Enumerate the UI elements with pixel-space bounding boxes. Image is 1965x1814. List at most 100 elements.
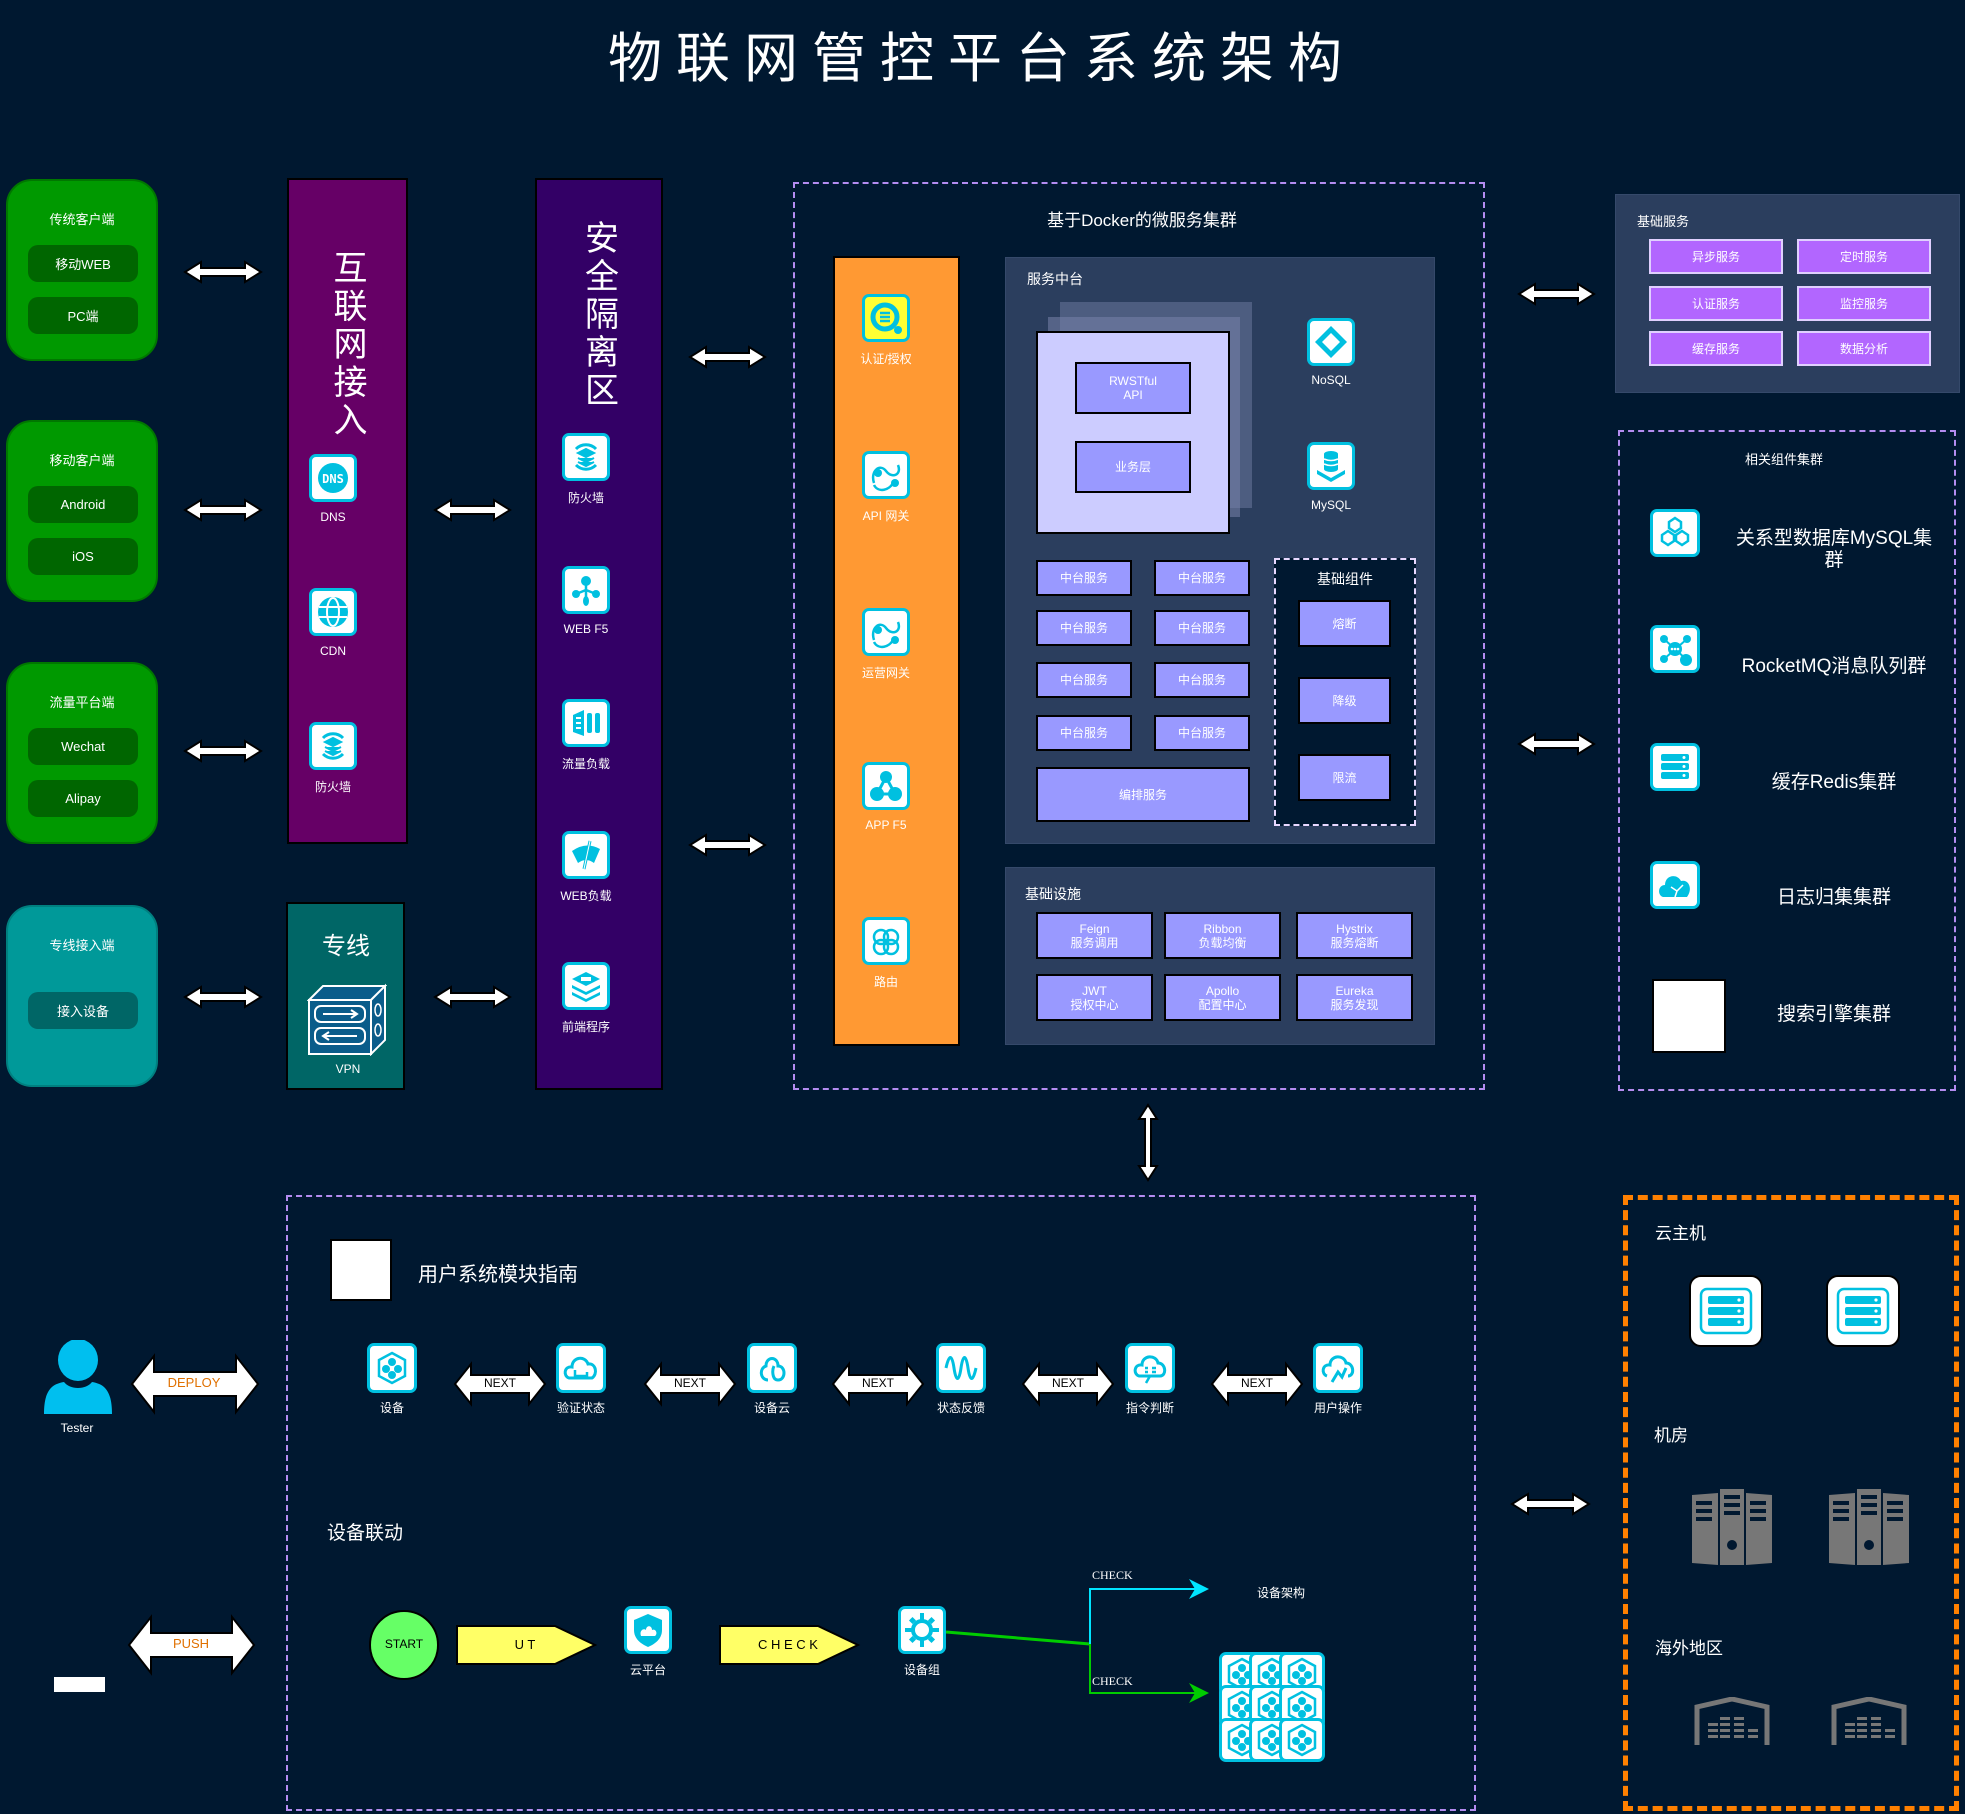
- internet-title: 互联网接入: [328, 250, 366, 440]
- client-item[interactable]: Wechat: [28, 728, 138, 765]
- client-item[interactable]: iOS: [28, 538, 138, 575]
- check-top-label: CHECK: [1092, 1568, 1133, 1582]
- internet-dns-icon: DNS: [309, 454, 357, 502]
- cluster-mq-icon: [1650, 625, 1700, 673]
- vpn-icon: [307, 983, 387, 1056]
- infrastructure-box: Feign 服务调用: [1036, 912, 1153, 959]
- ut-label: U T: [514, 1637, 536, 1652]
- double-arrow: [183, 739, 263, 763]
- infra-name: Hystrix: [1336, 921, 1373, 936]
- rest-api-box: RWSTful API: [1075, 362, 1191, 414]
- cluster-item-label: 缓存Redis集群: [1771, 772, 1897, 793]
- gateway-gateway-label: API 网关: [862, 509, 910, 523]
- double-arrow: [1137, 1103, 1159, 1182]
- middle-platform-service-box: 中台服务: [1154, 662, 1250, 698]
- client-group: 专线接入端 接入设备: [6, 905, 158, 1087]
- cluster-item-label: 搜索引擎集群: [1776, 1004, 1891, 1025]
- flow-cloud-user-icon: [1313, 1343, 1363, 1393]
- cluster-item-label: 日志归集集群: [1776, 887, 1891, 908]
- infra-desc: 服务发现: [1330, 997, 1379, 1012]
- cloud-platform-label: 云平台: [629, 1663, 667, 1677]
- infra-desc: 配置中心: [1198, 997, 1247, 1012]
- machine-room-rack-icon: [1829, 1489, 1909, 1565]
- infra-desc: 服务熔断: [1330, 935, 1379, 950]
- vpn-label: VPN: [335, 1062, 361, 1076]
- check-bottom-label: CHECK: [1092, 1674, 1133, 1688]
- cluster-hexagons-icon: [1650, 509, 1700, 557]
- internet-firewall-label: 防火墙: [314, 780, 352, 794]
- docker-title: 基于Docker的微服务集群: [1047, 211, 1237, 230]
- gateway-app-icon: [862, 762, 910, 810]
- cloud-host-server-icon: [1689, 1275, 1763, 1347]
- basic-service-box: 缓存服务: [1649, 331, 1783, 366]
- dedicated-line-box: 专线 VPN: [286, 902, 405, 1090]
- guide-image-placeholder: [330, 1239, 392, 1301]
- infrastructure-box: Eureka 服务发现: [1296, 974, 1413, 1021]
- orchestration-service-box: 编排服务: [1036, 767, 1250, 822]
- architecture-diagram: 物联网管控平台系统架构 传统客户端 移动WEB PC端 移动客户端 Android iO…: [0, 0, 1965, 1814]
- middle-platform-service-box: 中台服务: [1036, 715, 1132, 751]
- basic-service-box: 数据分析: [1797, 331, 1931, 366]
- tester-label: Tester: [60, 1421, 94, 1435]
- infrastructure-box: Apollo 配置中心: [1164, 974, 1281, 1021]
- infra-name: JWT: [1082, 983, 1107, 998]
- machine-room-title: 机房: [1654, 1426, 1688, 1445]
- cluster-server-icon: [1650, 743, 1700, 791]
- base-component-box: 限流: [1298, 754, 1391, 801]
- guide-title: 用户系统模块指南: [418, 1264, 578, 1286]
- client-item[interactable]: Alipay: [28, 780, 138, 817]
- white-bar: [54, 1677, 105, 1692]
- overseas-warehouse-icon: [1694, 1697, 1770, 1745]
- search-engine-placeholder: [1652, 979, 1726, 1053]
- next-label: NEXT: [1051, 1376, 1085, 1390]
- double-arrow: [1510, 1492, 1591, 1516]
- infrastructure-box: JWT 授权中心: [1036, 974, 1153, 1021]
- cluster-item-label: RocketMQ消息队列群: [1741, 656, 1927, 677]
- cluster-item-label: 关系型数据库MySQL集群: [1735, 528, 1933, 571]
- check-label: C H E C K: [758, 1637, 818, 1652]
- device-group-label: 设备组: [903, 1663, 941, 1677]
- base-components-title: 基础组件: [1317, 571, 1373, 587]
- double-arrow: [688, 345, 767, 369]
- security-balance-label: 流量负载: [561, 757, 611, 771]
- client-group-title: 传统客户端: [49, 212, 115, 227]
- flow-step-label: 设备云: [753, 1401, 791, 1415]
- basic-services-title: 基础服务: [1637, 214, 1690, 229]
- device-architecture-label: 设备架构: [1256, 1586, 1306, 1600]
- cluster-cloud-log-icon: [1650, 861, 1700, 909]
- double-arrow: [433, 498, 512, 522]
- security-share-label: WEB F5: [563, 622, 609, 636]
- mysql-label: MySQL: [1310, 498, 1352, 512]
- client-group-title: 专线接入端: [49, 938, 115, 953]
- client-item[interactable]: 接入设备: [28, 992, 138, 1029]
- infrastructure-box: Ribbon 负载均衡: [1164, 912, 1281, 959]
- flow-wave-icon: [936, 1343, 986, 1393]
- service-center-title: 服务中台: [1027, 271, 1083, 287]
- security-balance-icon: [562, 699, 610, 747]
- flow-cloud-device-icon: [747, 1343, 797, 1393]
- dedicated-title: 专线: [322, 933, 370, 960]
- gateway-gateway-icon: [862, 608, 910, 656]
- cloud-host-server-icon: [1826, 1275, 1900, 1347]
- double-arrow: [183, 498, 263, 522]
- cloud-platform-icon: [624, 1606, 672, 1654]
- gateway-app-label: APP F5: [865, 818, 907, 832]
- client-group-title: 移动客户端: [49, 453, 115, 468]
- overseas-title: 海外地区: [1655, 1639, 1723, 1658]
- internet-globe-label: CDN: [320, 644, 346, 658]
- double-arrow: [433, 985, 512, 1009]
- client-item[interactable]: 移动WEB: [28, 245, 138, 282]
- middle-platform-service-box: 中台服务: [1036, 662, 1132, 698]
- client-item[interactable]: PC端: [28, 297, 138, 334]
- infrastructure-title: 基础设施: [1025, 886, 1081, 902]
- middle-platform-service-box: 中台服务: [1154, 610, 1250, 646]
- client-item[interactable]: Android: [28, 486, 138, 523]
- double-arrow: [688, 833, 767, 857]
- basic-service-box: 定时服务: [1797, 239, 1931, 274]
- flow-step-label: 用户操作: [1313, 1401, 1363, 1415]
- middle-platform-service-box: 中台服务: [1036, 610, 1132, 646]
- double-arrow: [1517, 282, 1596, 306]
- gateway-gateway-label: 运营网关: [861, 666, 911, 680]
- internet-dns-label: DNS: [320, 510, 346, 524]
- next-label: NEXT: [673, 1376, 707, 1390]
